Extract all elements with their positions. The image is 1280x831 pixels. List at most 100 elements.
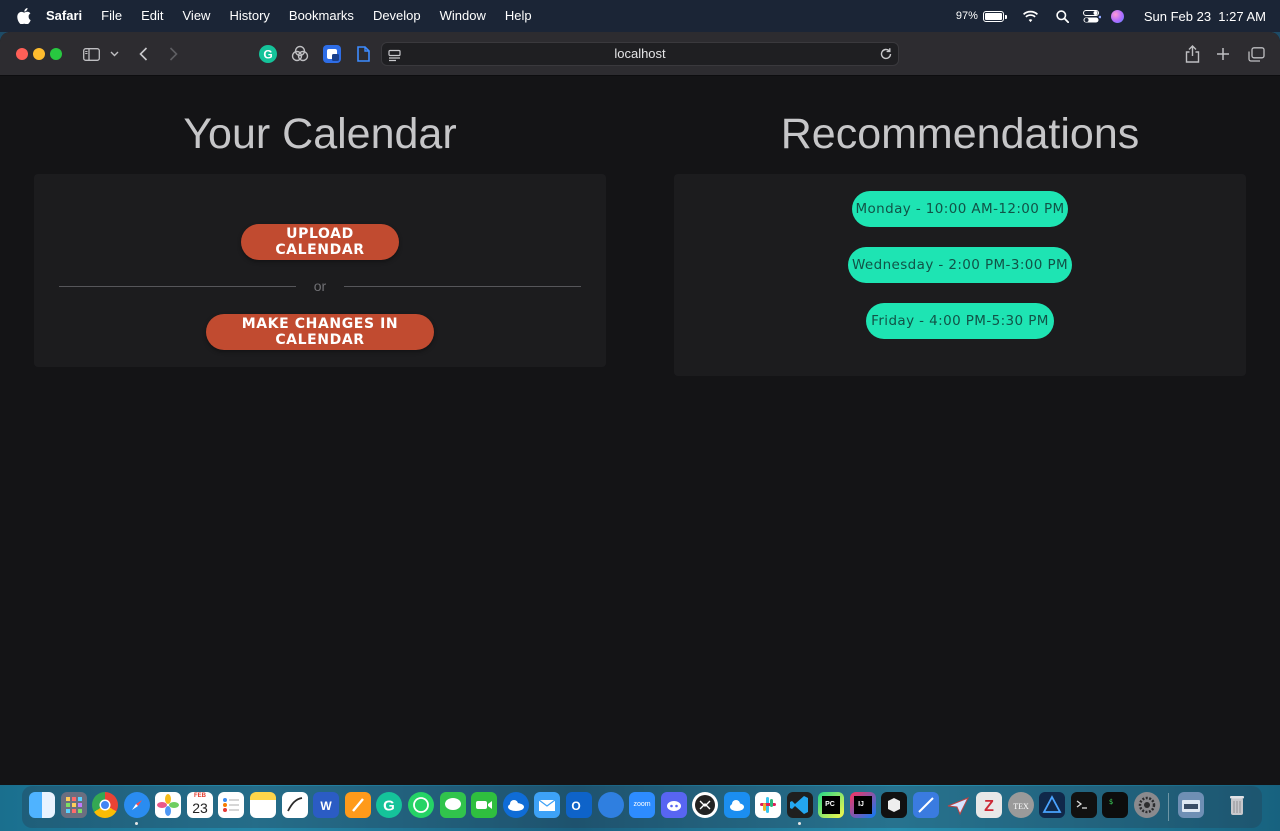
- calendar-app-day: 23: [192, 800, 208, 816]
- app-triangle-icon[interactable]: [1039, 792, 1065, 818]
- app-box-icon[interactable]: [881, 792, 907, 818]
- icloud-drive-icon[interactable]: [724, 792, 750, 818]
- pycharm-icon[interactable]: PC: [818, 792, 844, 818]
- menu-edit[interactable]: Edit: [132, 0, 173, 32]
- app-plane-icon[interactable]: [945, 792, 971, 818]
- menu-history[interactable]: History: [220, 0, 279, 32]
- apple-menu-icon[interactable]: [17, 8, 31, 24]
- system-settings-icon[interactable]: [1134, 792, 1160, 818]
- reload-icon[interactable]: [879, 46, 893, 68]
- whatsapp-icon[interactable]: [408, 792, 434, 818]
- microsoft-word-icon[interactable]: W: [313, 792, 339, 818]
- extension-shield-icon[interactable]: [323, 45, 341, 63]
- finder-icon[interactable]: [29, 792, 55, 818]
- vscode-icon[interactable]: [787, 792, 813, 818]
- xcode-instruments-icon[interactable]: [913, 792, 939, 818]
- svg-text:PC: PC: [825, 801, 835, 808]
- menu-help[interactable]: Help: [495, 0, 541, 32]
- menu-view[interactable]: View: [173, 0, 220, 32]
- svg-text:O: O: [571, 799, 580, 813]
- zoom-icon[interactable]: zoom: [629, 792, 655, 818]
- app-blue-circle-icon[interactable]: [598, 792, 624, 818]
- browser-window: G localhost Your Calendar UPLOAD CALENDA…: [0, 32, 1280, 785]
- intellij-icon[interactable]: IJ: [850, 792, 876, 818]
- launchpad-icon[interactable]: [61, 792, 87, 818]
- downloads-stack-icon[interactable]: [1178, 792, 1204, 818]
- grammarly-icon[interactable]: G: [376, 792, 402, 818]
- extension-page-icon[interactable]: [354, 45, 372, 63]
- tex-icon[interactable]: TEX: [1008, 792, 1034, 818]
- chevron-down-icon[interactable]: [109, 44, 119, 64]
- grammarly-extension-icon[interactable]: G: [259, 45, 277, 63]
- freeform-icon[interactable]: [282, 792, 308, 818]
- menubar-datetime[interactable]: Sun Feb 23 1:27 AM: [1144, 9, 1266, 24]
- back-arrow-icon[interactable]: [137, 44, 149, 64]
- svg-text:Z: Z: [984, 798, 994, 815]
- slack-icon[interactable]: [755, 792, 781, 818]
- battery-percent: 97%: [955, 10, 978, 22]
- recommendations-section-title: Recommendations: [780, 110, 1140, 158]
- recommendation-slot[interactable]: Wednesday - 2:00 PM-3:00 PM: [848, 247, 1072, 283]
- chrome-icon[interactable]: [92, 792, 118, 818]
- onedrive-icon[interactable]: [503, 792, 529, 818]
- menu-window[interactable]: Window: [430, 0, 495, 32]
- menu-app-name[interactable]: Safari: [31, 0, 92, 32]
- sidebar-toggle-icon[interactable]: [82, 44, 100, 64]
- zoom-icon-label: zoom: [633, 801, 651, 808]
- upload-calendar-button[interactable]: UPLOAD CALENDAR: [241, 224, 399, 260]
- menu-bookmarks[interactable]: Bookmarks: [279, 0, 363, 32]
- notes-icon[interactable]: [250, 792, 276, 818]
- menu-file[interactable]: File: [92, 0, 132, 32]
- minimize-window-button[interactable]: [33, 48, 45, 60]
- reminders-icon[interactable]: [218, 792, 244, 818]
- terminal-icon[interactable]: [1071, 792, 1097, 818]
- pages-icon[interactable]: [345, 792, 371, 818]
- new-tab-plus-icon[interactable]: [1215, 44, 1231, 64]
- share-icon[interactable]: [1184, 44, 1200, 64]
- safari-icon[interactable]: [124, 792, 150, 818]
- recommendation-slot[interactable]: Friday - 4:00 PM-5:30 PM: [866, 303, 1054, 339]
- status-area: 97% Sun Feb 23 1:27 AM: [944, 0, 1266, 32]
- calendar-card: UPLOAD CALENDAR or MAKE CHANGES IN CALEN…: [34, 174, 606, 367]
- zotero-icon[interactable]: Z: [976, 792, 1002, 818]
- trash-icon[interactable]: [1224, 792, 1250, 818]
- messages-icon[interactable]: [440, 792, 466, 818]
- make-changes-in-calendar-button[interactable]: MAKE CHANGES IN CALENDAR: [206, 314, 434, 350]
- iterm-icon[interactable]: $: [1102, 792, 1128, 818]
- svg-text:G: G: [383, 798, 395, 815]
- photos-icon[interactable]: [155, 792, 181, 818]
- page-content: Your Calendar UPLOAD CALENDAR or MAKE CH…: [0, 76, 1280, 785]
- svg-text:W: W: [320, 799, 332, 813]
- menu-bar: Safari File Edit View History Bookmarks …: [0, 0, 1280, 32]
- calendar-section-title: Your Calendar: [183, 110, 457, 158]
- running-indicator: [135, 822, 138, 825]
- address-bar-url[interactable]: localhost: [614, 46, 665, 61]
- menu-develop[interactable]: Develop: [363, 0, 430, 32]
- mail-icon[interactable]: [534, 792, 560, 818]
- discord-icon[interactable]: [661, 792, 687, 818]
- siri-icon[interactable]: [1110, 9, 1124, 23]
- divider-right: [344, 286, 581, 287]
- svg-text:G: G: [263, 48, 272, 62]
- svg-text:$: $: [1109, 798, 1113, 806]
- app-envelope-icon[interactable]: [692, 792, 718, 818]
- wifi-icon[interactable]: [1022, 10, 1039, 23]
- close-window-button[interactable]: [16, 48, 28, 60]
- browser-toolbar: G localhost: [0, 32, 1280, 76]
- calendar-app-icon[interactable]: FEB 23: [187, 792, 213, 818]
- svg-text:IJ: IJ: [858, 801, 864, 808]
- outlook-icon[interactable]: O: [566, 792, 592, 818]
- recommendation-slot[interactable]: Monday - 10:00 AM-12:00 PM: [852, 191, 1068, 227]
- extension-circles-icon[interactable]: [291, 45, 309, 63]
- tab-overview-icon[interactable]: [1247, 44, 1265, 64]
- address-bar[interactable]: localhost: [381, 42, 899, 66]
- forward-arrow-icon[interactable]: [167, 44, 179, 64]
- control-center-icon[interactable]: [1082, 9, 1101, 23]
- page-menu-icon[interactable]: [388, 47, 401, 69]
- svg-text:TEX: TEX: [1013, 802, 1029, 811]
- spotlight-search-icon[interactable]: [1056, 9, 1069, 23]
- facetime-icon[interactable]: [471, 792, 497, 818]
- zoom-window-button[interactable]: [50, 48, 62, 60]
- battery-icon[interactable]: [982, 10, 1007, 22]
- dock-separator: [1168, 793, 1169, 821]
